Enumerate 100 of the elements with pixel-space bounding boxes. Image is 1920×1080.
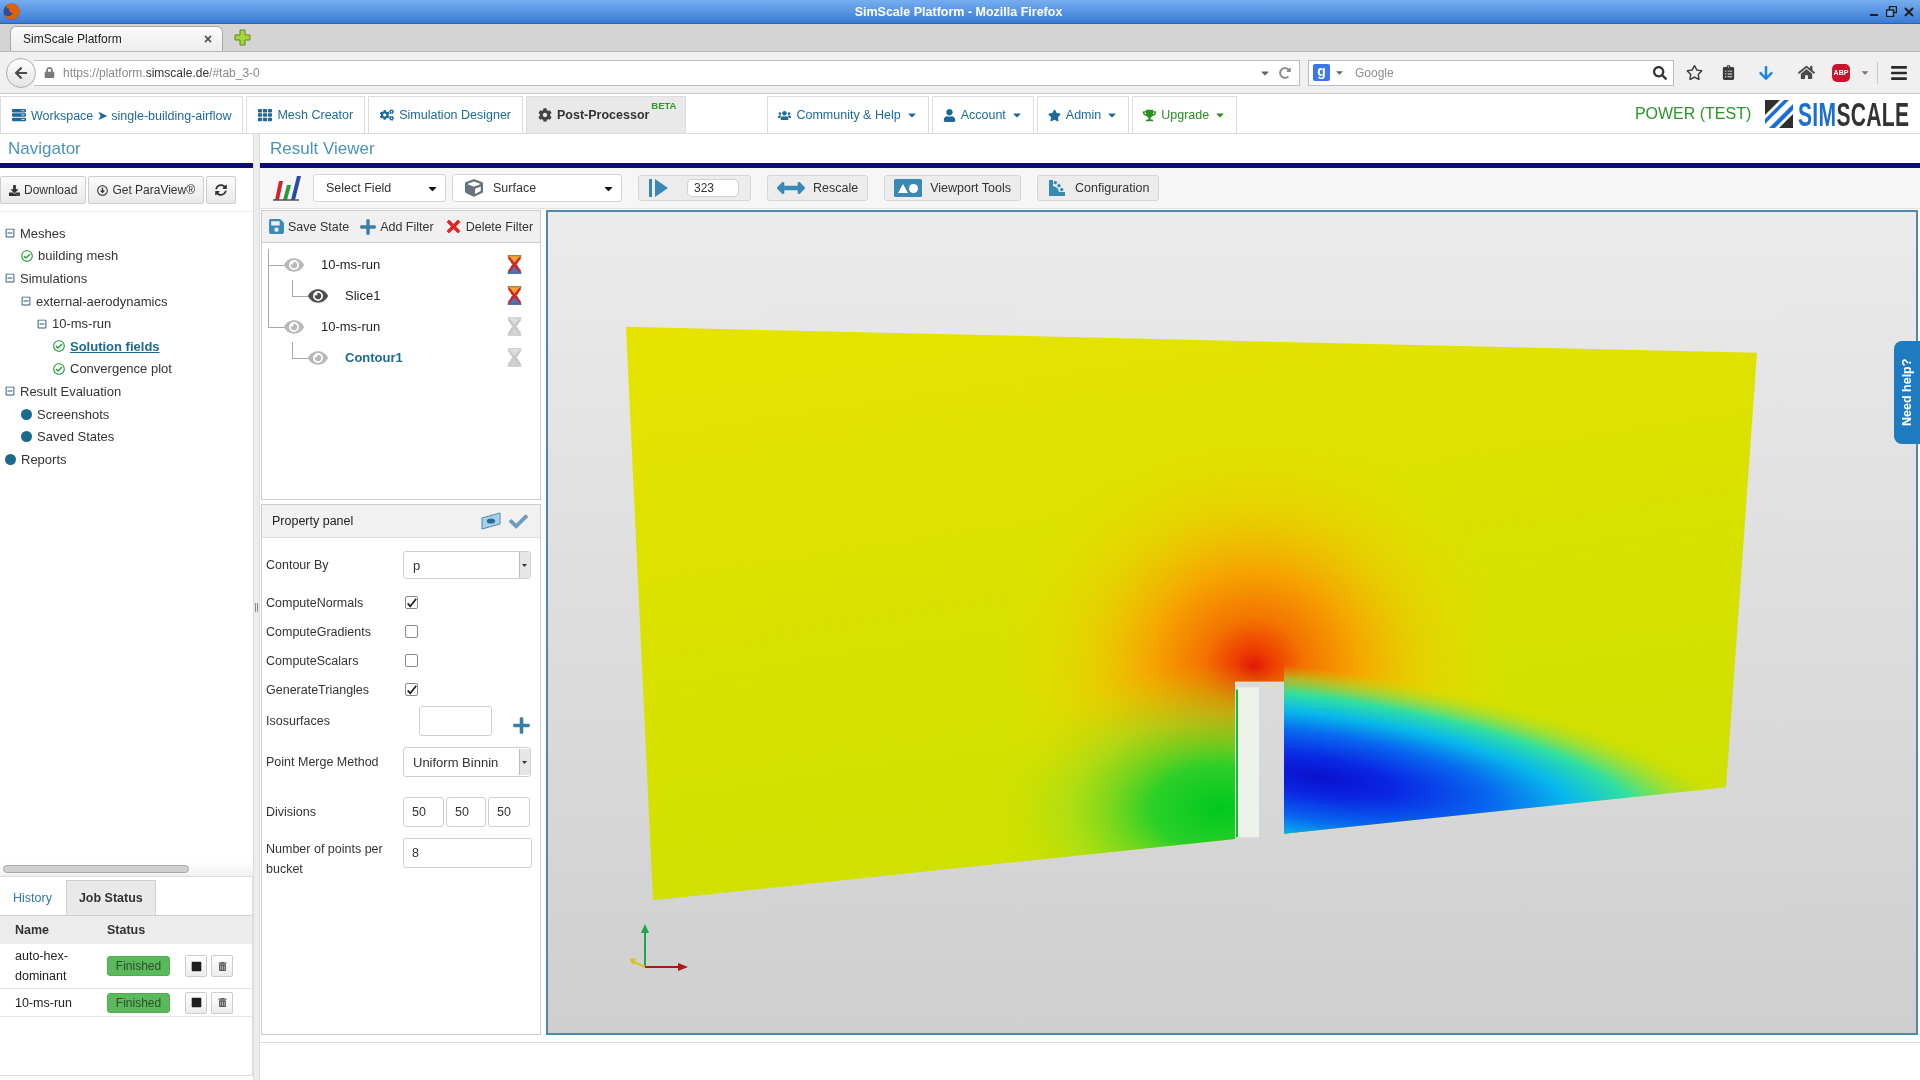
field-dropdown[interactable]: Select Field bbox=[313, 174, 446, 202]
search-input[interactable]: Google bbox=[1349, 64, 1649, 81]
home-icon[interactable] bbox=[1797, 64, 1815, 81]
add-filter-button[interactable]: Add Filter bbox=[359, 217, 434, 236]
column-header: Status bbox=[107, 923, 147, 937]
delete-button[interactable] bbox=[211, 991, 233, 1014]
browser-logo-icon bbox=[3, 3, 20, 20]
checkbox[interactable] bbox=[405, 654, 418, 667]
tree-item[interactable]: Screenshots bbox=[37, 406, 110, 422]
menu-button[interactable]: Upgrade bbox=[1132, 96, 1238, 133]
tree-item[interactable]: Solution fields bbox=[70, 338, 160, 354]
bullet-icon bbox=[21, 431, 32, 443]
server-icon bbox=[12, 108, 26, 122]
close-icon[interactable] bbox=[1904, 6, 1914, 17]
check-icon[interactable] bbox=[509, 511, 528, 531]
delete-icon[interactable] bbox=[507, 285, 522, 306]
tree-item[interactable]: Result Evaluation bbox=[20, 383, 122, 399]
save-state-button[interactable]: Save State bbox=[268, 218, 350, 235]
tree-item[interactable]: Convergence plot bbox=[70, 361, 172, 377]
number-input[interactable]: 50 bbox=[446, 797, 486, 827]
timestep-input[interactable]: 323 bbox=[687, 179, 739, 197]
timestep-control[interactable]: 323 bbox=[638, 175, 751, 201]
field-label: GenerateTriangles bbox=[266, 681, 371, 699]
pipeline-item[interactable]: Contour1 bbox=[345, 350, 403, 365]
get-app-button[interactable]: Get ParaView® bbox=[88, 176, 205, 204]
bullet-icon bbox=[21, 408, 32, 420]
menu-button[interactable]: Account bbox=[931, 96, 1034, 133]
checkbox[interactable] bbox=[405, 683, 418, 696]
delete-filter-button[interactable]: Delete Filter bbox=[443, 217, 534, 236]
checkbox[interactable] bbox=[405, 596, 418, 609]
search-engine-logo[interactable]: g bbox=[1313, 64, 1330, 81]
pipeline-item[interactable]: Slice1 bbox=[345, 288, 381, 303]
tree-item[interactable]: Reports bbox=[21, 451, 67, 467]
collapse-icon[interactable] bbox=[5, 273, 15, 284]
dropdown[interactable]: p bbox=[403, 551, 531, 579]
bullet-icon bbox=[5, 453, 16, 465]
stop-button[interactable] bbox=[185, 955, 207, 977]
input-field[interactable] bbox=[419, 706, 492, 736]
number-input[interactable]: 8 bbox=[403, 838, 532, 868]
pipeline-item[interactable]: 10-ms-run bbox=[321, 319, 381, 334]
play-icon[interactable] bbox=[648, 178, 669, 198]
panel-tab[interactable]: Job Status bbox=[65, 880, 156, 915]
refresh-button[interactable] bbox=[206, 176, 237, 204]
collapse-icon[interactable] bbox=[5, 228, 15, 239]
cube-icon bbox=[465, 179, 483, 197]
address-field[interactable]: https://platform.simscale.de/#tab_3-0 bbox=[34, 59, 1300, 86]
field-label: ComputeNormals bbox=[266, 594, 365, 612]
viewport-tools-button[interactable]: Viewport Tools bbox=[884, 175, 1021, 201]
url-text: https://platform.simscale.de/#tab_3-0 bbox=[63, 65, 261, 80]
nav-tab[interactable]: Workspace ➤ single-building-airflow bbox=[0, 96, 244, 133]
nav-tab[interactable]: Post-Processor BETA bbox=[526, 96, 687, 133]
trash-icon bbox=[217, 998, 227, 1007]
menu-icon[interactable] bbox=[1890, 63, 1908, 82]
close-icon[interactable] bbox=[203, 34, 213, 44]
download-button[interactable]: Download bbox=[0, 176, 87, 204]
panel-title: Navigator bbox=[8, 138, 81, 159]
checkbox[interactable] bbox=[405, 625, 418, 638]
tree-item[interactable]: building mesh bbox=[38, 248, 119, 264]
collapse-icon[interactable] bbox=[5, 386, 15, 397]
configuration-button[interactable]: Configuration bbox=[1037, 175, 1160, 201]
nav-tab[interactable]: Mesh Creator bbox=[246, 96, 366, 133]
representation-dropdown[interactable]: Surface bbox=[452, 174, 622, 202]
logo-mark-icon bbox=[1765, 99, 1794, 128]
tree-item[interactable]: external-aerodynamics bbox=[36, 293, 168, 309]
horizontal-scrollbar[interactable] bbox=[3, 865, 189, 873]
tree-item[interactable]: 10-ms-run bbox=[52, 316, 112, 332]
rescale-button[interactable]: Rescale bbox=[767, 175, 869, 201]
help-tab[interactable]: Need help? bbox=[1894, 341, 1920, 444]
search-field[interactable]: g Google bbox=[1308, 59, 1674, 86]
delete-icon[interactable] bbox=[507, 254, 522, 275]
stop-button[interactable] bbox=[185, 991, 207, 1014]
delete-button[interactable] bbox=[211, 955, 233, 977]
reload-icon[interactable] bbox=[1279, 66, 1291, 79]
download-icon[interactable] bbox=[1758, 64, 1774, 81]
browser-tab[interactable]: SimScale Platform bbox=[10, 26, 223, 51]
shapes-icon bbox=[894, 179, 923, 197]
field-label: Point Merge Method bbox=[266, 754, 380, 771]
search-icon[interactable] bbox=[1653, 65, 1667, 80]
caret-icon[interactable] bbox=[519, 552, 530, 578]
dropdown[interactable]: Uniform Binnin bbox=[403, 747, 531, 777]
tree-item[interactable]: Simulations bbox=[20, 271, 88, 286]
clipboard-icon[interactable] bbox=[1720, 65, 1736, 80]
collapse-icon[interactable] bbox=[37, 318, 47, 329]
back-button[interactable] bbox=[6, 57, 36, 88]
menu-button[interactable]: Community & Help bbox=[767, 96, 929, 133]
menu-button[interactable]: Admin bbox=[1036, 96, 1130, 133]
tree-item[interactable]: Saved States bbox=[37, 429, 115, 445]
splitter-handle-icon[interactable] bbox=[255, 602, 258, 612]
add-icon[interactable] bbox=[512, 715, 531, 735]
logo-text: SIMSCALE bbox=[1798, 96, 1910, 131]
tree-item[interactable]: Meshes bbox=[20, 225, 66, 241]
caret-icon[interactable] bbox=[519, 749, 530, 775]
plane-eye-icon[interactable] bbox=[481, 512, 501, 530]
nav-tab[interactable]: Simulation Designer bbox=[368, 96, 524, 133]
number-input[interactable]: 50 bbox=[488, 797, 530, 827]
number-input[interactable]: 50 bbox=[403, 797, 444, 827]
pipeline-item[interactable]: 10-ms-run bbox=[321, 257, 381, 272]
star-icon[interactable] bbox=[1685, 64, 1703, 81]
collapse-icon[interactable] bbox=[21, 296, 31, 307]
restore-icon[interactable] bbox=[1886, 6, 1897, 17]
